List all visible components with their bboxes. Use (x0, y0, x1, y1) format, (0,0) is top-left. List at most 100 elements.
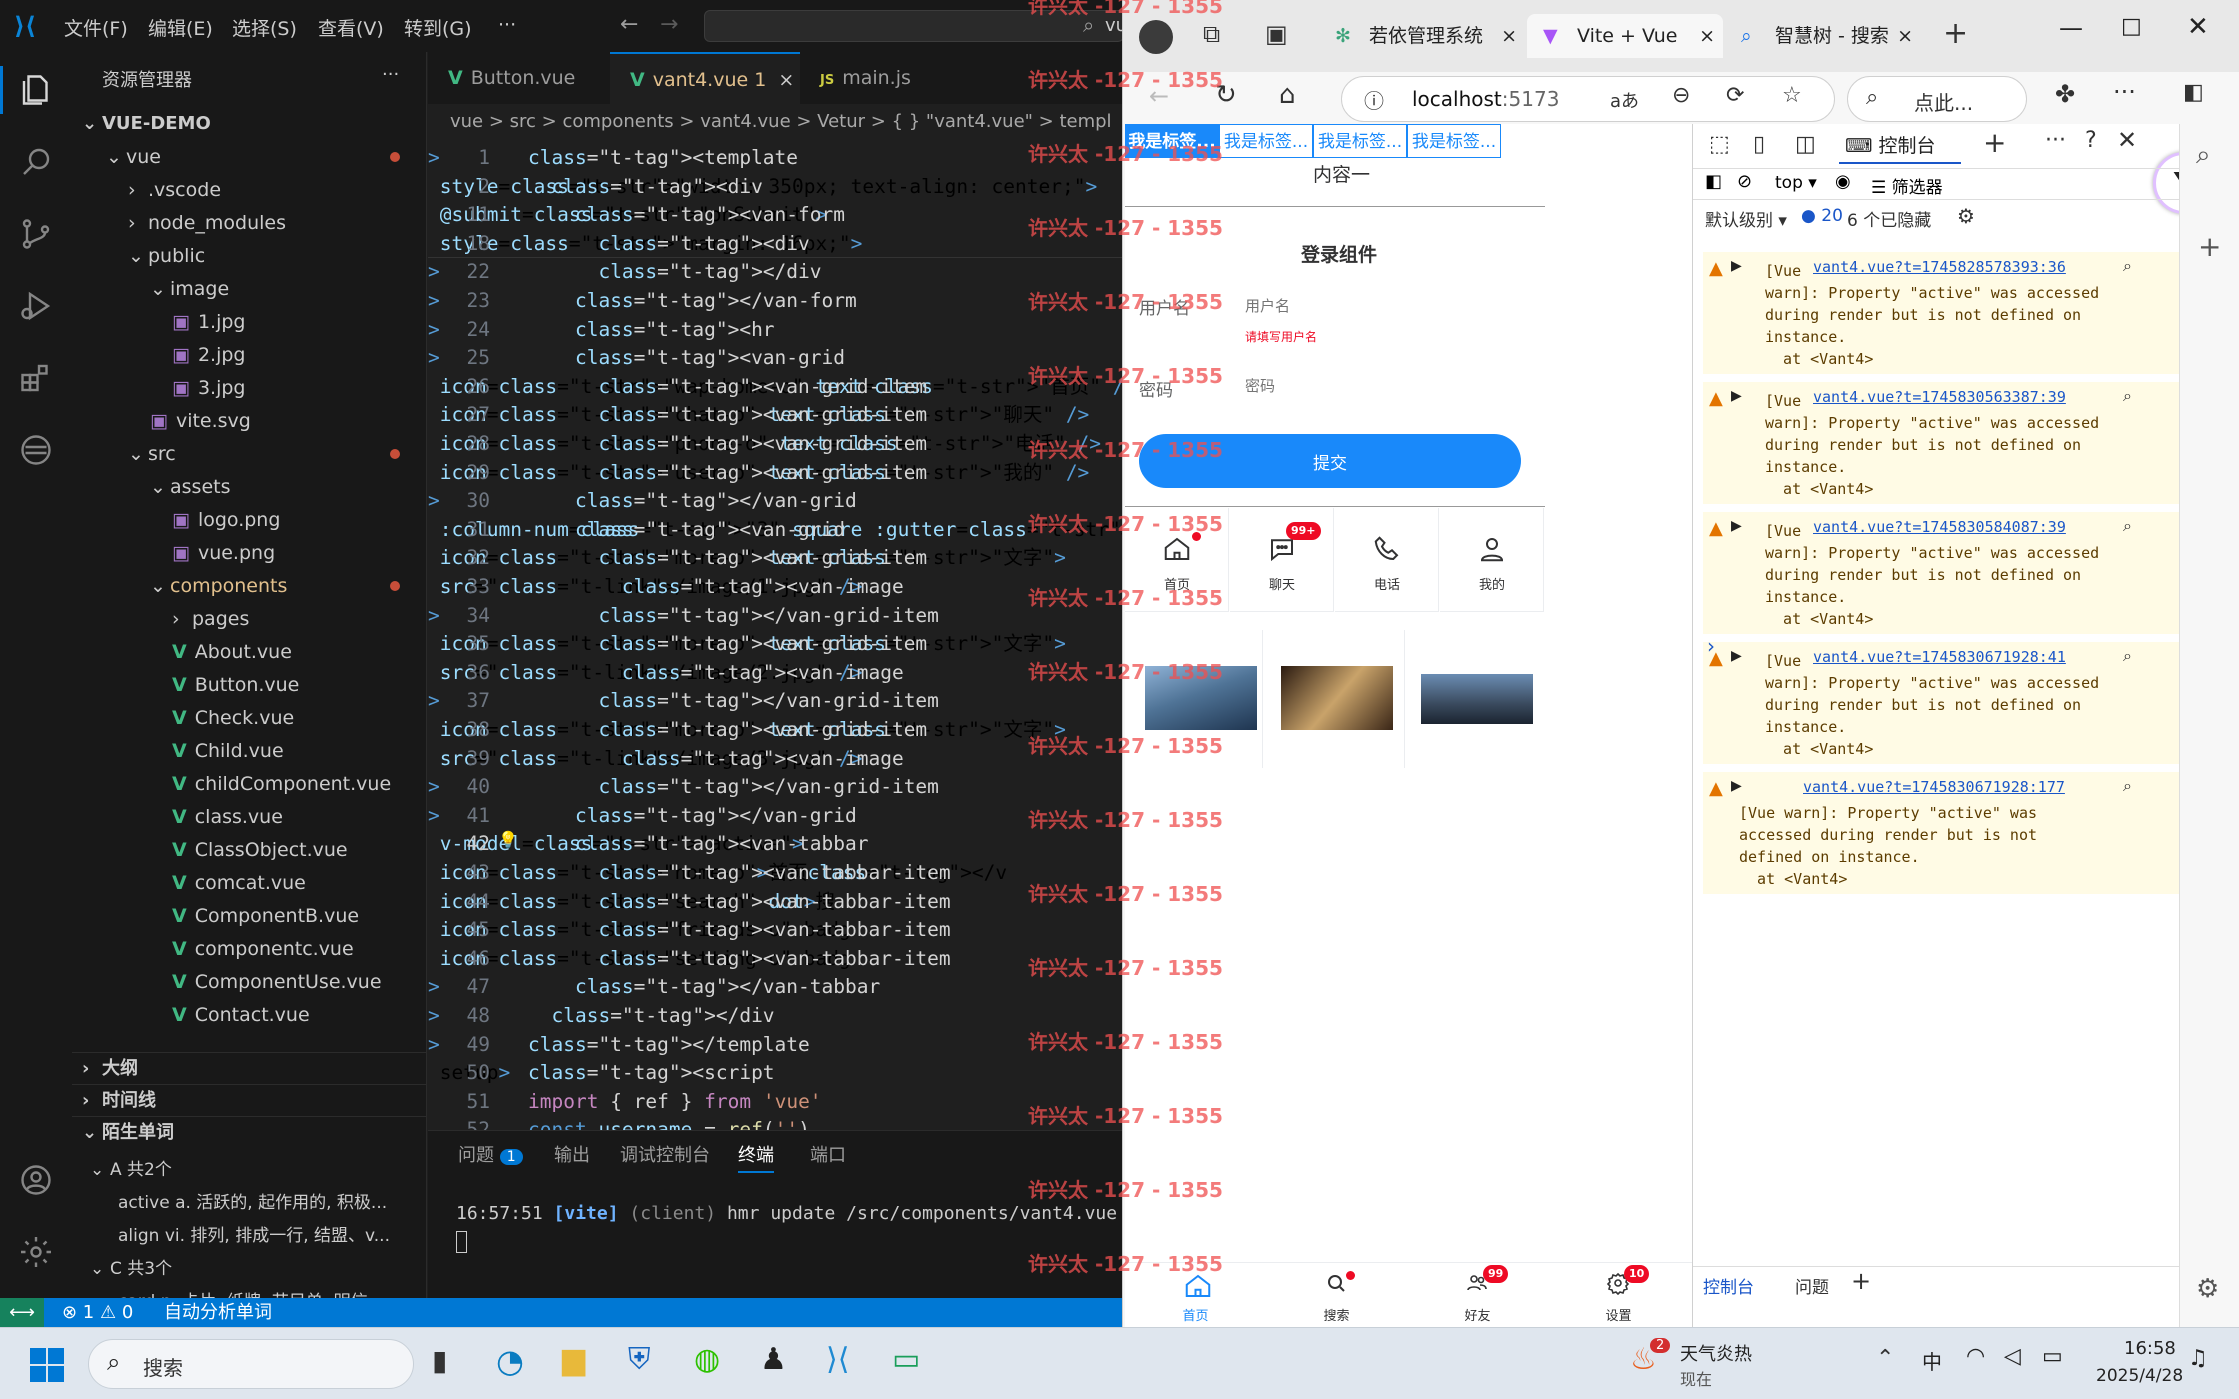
tabbar-item-2[interactable]: 搜索 (1266, 1263, 1407, 1327)
devtools-close-icon[interactable]: ✕ (2117, 126, 2137, 154)
code-line[interactable]: 34 class="t-tag"></van-grid-item > (428, 602, 1122, 631)
breadcrumb[interactable]: vue > src > components > vant4.vue > Vet… (428, 104, 1122, 140)
code-line[interactable]: 43 class="t-tag"><van-tabbar-item icon=c… (428, 859, 1122, 888)
tree-item[interactable]: › node_modules (128, 207, 286, 239)
read-aloud-icon[interactable]: aあ (1610, 87, 1639, 113)
tree-item[interactable]: V Contact.vue (172, 999, 310, 1031)
expand-arrow-icon[interactable]: ▶ (1731, 388, 1742, 404)
expand-arrow-icon[interactable]: ▶ (1731, 648, 1742, 664)
drawer-tab-console[interactable]: 控制台 (1703, 1273, 1754, 1298)
tree-item[interactable]: ⌄ components (150, 570, 287, 602)
code-editor[interactable]: 1 class="t-tag"><template >2 class="t-tag"… (428, 140, 1122, 1180)
context-select[interactable]: top ▾ (1775, 173, 1817, 193)
code-line[interactable]: 23 class="t-tag"></van-form > (428, 287, 1122, 316)
code-line[interactable]: 44 class="t-tag"><van-tabbar-item icon=c… (428, 888, 1122, 917)
menu-edit[interactable]: 编辑(E) (148, 14, 213, 41)
devtools-more-icon[interactable]: ··· (2045, 128, 2066, 153)
tree-item[interactable]: VchildComponent.vue (172, 768, 391, 800)
defender-icon[interactable]: ⛨ (628, 1342, 651, 1377)
code-line[interactable]: 27 class="t-tag"><van-grid-item icon=cla… (428, 401, 1122, 430)
image-cell-2[interactable] (1267, 630, 1405, 768)
page-tab-2[interactable]: 我是标签... (1219, 124, 1313, 158)
new-tab-button[interactable]: + (1943, 16, 1968, 51)
code-line[interactable]: 25 class="t-tag"><van-grid > (428, 344, 1122, 373)
taskbar-search[interactable]: ⌕ 搜索 (88, 1339, 414, 1389)
tabbar-item-4[interactable]: 设置 10 (1548, 1263, 1689, 1327)
tree-item[interactable]: ▣ vue.png (172, 537, 275, 569)
tab-actions-icon[interactable]: ▣ (1265, 20, 1288, 48)
source-control-icon[interactable] (18, 216, 54, 252)
nav-forward-icon[interactable]: → (660, 12, 678, 37)
code-line[interactable]: 26 class="t-tag"><van-grid-item icon=cla… (428, 373, 1122, 402)
sidebar-icon[interactable]: ◧ (1705, 171, 1722, 192)
volume-icon[interactable]: ◁ (2004, 1344, 2021, 1369)
code-line[interactable]: 47 class="t-tag"></van-tabbar > (428, 973, 1122, 1002)
terminal-output[interactable]: 16:57:51 [vite] (client) hmr update /src… (456, 1203, 1117, 1224)
console-warning[interactable]: ▲ ▶ vant4.vue?t=1745830671928:41 ⌕ [Vue warn… (1703, 642, 2189, 764)
grid-item-2[interactable]: 聊天 99+ (1230, 508, 1334, 612)
project-root[interactable]: ⌄ VUE-DEMO (82, 108, 211, 140)
weather-text[interactable]: 天气炎热 (1680, 1340, 1752, 1366)
device-toggle-icon[interactable]: ▯ (1753, 132, 1765, 157)
start-button[interactable] (30, 1348, 64, 1382)
menu-file[interactable]: 文件(F) (64, 14, 128, 41)
help-icon[interactable]: ? (2085, 128, 2097, 153)
code-line[interactable]: 29 class="t-tag"><van-grid-item icon=cla… (428, 459, 1122, 488)
menu-select[interactable]: 选择(S) (232, 14, 297, 41)
translate-icon[interactable]: ⟳ (1726, 83, 1744, 108)
sidebar-search-icon[interactable]: ⌕ (2196, 140, 2211, 171)
tree-item[interactable]: Vclass.vue (172, 801, 283, 833)
tree-item[interactable]: V Button.vue (172, 669, 299, 701)
word-item[interactable]: card n. 卡片, 纸牌, 节目单, 明信... (118, 1286, 384, 1298)
vscode-taskbar-icon[interactable]: ⟩⟨ (826, 1342, 849, 1377)
tabbar-item-3[interactable]: 好友 99 (1407, 1263, 1548, 1327)
sidebar-toggle-icon[interactable]: ◧ (2183, 80, 2204, 105)
close-tab-icon[interactable]: × (1501, 14, 1517, 58)
run-debug-icon[interactable] (18, 288, 54, 324)
tree-item[interactable]: V ComponentB.vue (172, 900, 359, 932)
panel-tab-output[interactable]: 输出 (554, 1141, 590, 1167)
username-input[interactable] (1245, 294, 1535, 318)
console-warning[interactable]: ▲ ▶ vant4.vue?t=1745830584087:39 ⌕ [Vue warn… (1703, 512, 2189, 634)
browser-tab-ruoyi[interactable]: ✻ 若依管理系统 × (1319, 14, 1525, 58)
code-line[interactable]: 33 class="t-tag"><van-image src="class="… (428, 573, 1122, 602)
code-line[interactable]: 18 class="t-tag"><div style=class="t-str… (428, 230, 1122, 259)
code-line[interactable]: 24 class="t-tag"><hr > (428, 316, 1122, 345)
close-tab-icon[interactable]: × (1897, 14, 1913, 58)
code-line[interactable]: 41 class="t-tag"></van-grid > (428, 802, 1122, 831)
app-taskbar-icon[interactable]: ▭ (892, 1342, 920, 1377)
maximize-button[interactable]: □ (2121, 14, 2142, 39)
clock-time[interactable]: 16:58 (2124, 1338, 2176, 1359)
tree-item[interactable]: ▣ 1.jpg (172, 306, 245, 338)
code-line[interactable]: 22 class="t-tag"></div > (428, 258, 1122, 287)
panel-tab-terminal[interactable]: 终端 (738, 1141, 774, 1173)
code-line[interactable]: 45 class="t-tag"><van-tabbar-item icon=c… (428, 916, 1122, 945)
message-count[interactable]: ● 20 (1801, 206, 1843, 226)
search-activity-icon[interactable] (18, 144, 54, 180)
code-line[interactable]: 49 class="t-tag"></template > (428, 1031, 1122, 1060)
drawer-add-icon[interactable]: + (1851, 1267, 1871, 1295)
clear-console-icon[interactable]: ⊘ (1737, 171, 1752, 192)
image-cell-3[interactable] (1409, 630, 1547, 768)
sidebar-add-icon[interactable]: + (2198, 230, 2221, 263)
clock-date[interactable]: 2025/4/28 (2096, 1366, 2183, 1386)
explorer-icon[interactable] (18, 72, 54, 108)
tab-button-vue[interactable]: V Button.vue (428, 52, 610, 104)
ime-indicator[interactable]: 中 (1922, 1346, 1942, 1375)
sidebar-settings-icon[interactable]: ⚙ (2196, 1274, 2219, 1304)
add-tool-icon[interactable]: + (1983, 126, 2006, 159)
tree-item[interactable]: V Child.vue (172, 735, 284, 767)
expand-arrow-icon[interactable]: ▶ (1731, 518, 1742, 534)
close-tab-icon[interactable]: × (1699, 14, 1715, 58)
nav-back-icon[interactable]: ← (620, 12, 638, 37)
home-icon[interactable]: ⌂ (1279, 80, 1296, 110)
tab-main-js[interactable]: JS main.js (800, 52, 960, 104)
close-window-button[interactable]: ✕ (2187, 12, 2209, 42)
code-line[interactable]: 51 import { ref } from 'vue' (428, 1088, 1122, 1117)
password-input[interactable] (1245, 374, 1535, 398)
word-group[interactable]: ⌄ C 共3个 (90, 1253, 172, 1285)
browser-tab-zhihuishu[interactable]: ⌕ 智慧树 - 搜索 × (1725, 14, 1921, 58)
code-line[interactable]: 39 class="t-tag"><van-image src="class="… (428, 745, 1122, 774)
code-line[interactable]: 35 class="t-tag"><van-grid-item icon=cla… (428, 630, 1122, 659)
code-line[interactable]: 32 class="t-tag"><van-grid-item icon=cla… (428, 544, 1122, 573)
